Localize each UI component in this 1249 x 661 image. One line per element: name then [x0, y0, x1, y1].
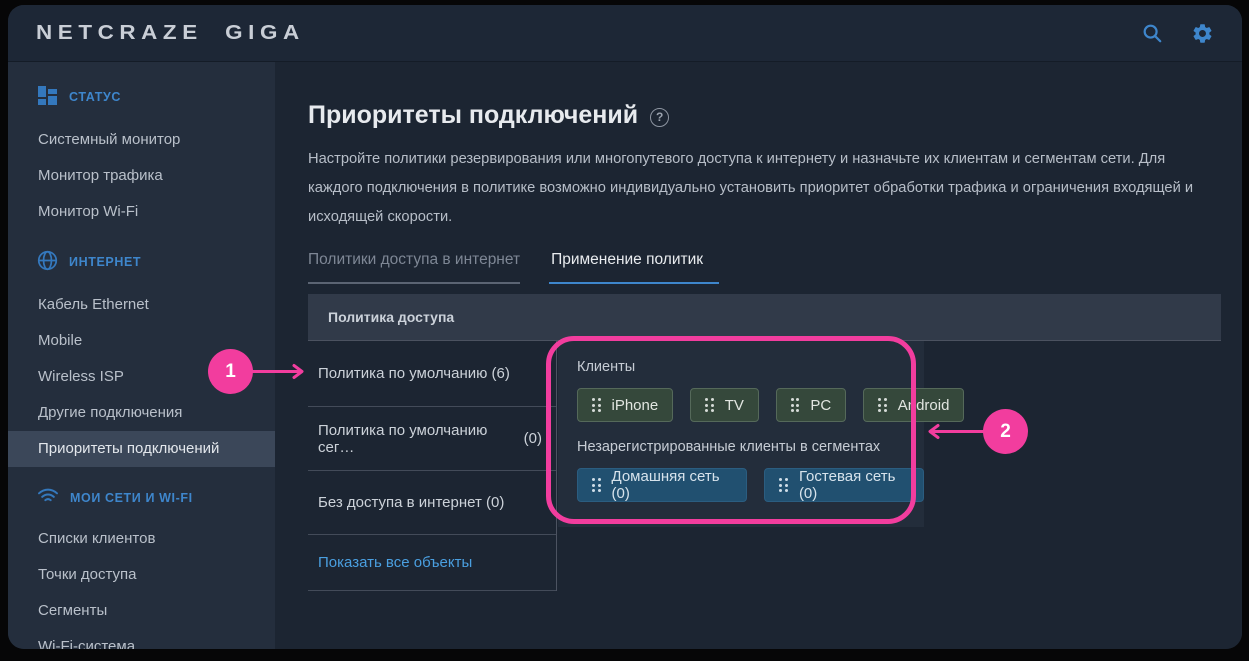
main-content: Приоритеты подключений ? Настройте полит…	[275, 62, 1242, 649]
sidebar-section-status-header[interactable]: СТАТУС	[8, 72, 275, 122]
policy-column: Политика по умолчанию (6) Политика по ум…	[308, 341, 557, 591]
drag-handle-icon[interactable]	[878, 398, 887, 412]
search-icon[interactable]	[1140, 21, 1164, 45]
sidebar-item-connection-priorities[interactable]: Приоритеты подключений	[8, 431, 275, 467]
sidebar-item-wifi-system[interactable]: Wi-Fi-система	[8, 629, 275, 649]
globe-icon	[37, 250, 58, 274]
client-chip-pc[interactable]: PC	[776, 388, 846, 422]
drag-handle-icon[interactable]	[791, 398, 800, 412]
top-bar: NETCRAZE GIGA	[8, 5, 1242, 62]
sidebar-item-wireless-isp[interactable]: Wireless ISP	[8, 359, 275, 395]
segment-chip-label: Гостевая сеть (0)	[799, 468, 909, 502]
policy-row-count: (0)	[524, 430, 542, 447]
sidebar-item-traffic-monitor[interactable]: Монитор трафика	[8, 158, 275, 194]
policy-row-default[interactable]: Политика по умолчанию (6)	[308, 341, 556, 407]
dashboard-icon	[37, 85, 58, 109]
app-window: NETCRAZE GIGA	[8, 5, 1242, 649]
sidebar-section-internet-header[interactable]: ИНТЕРНЕТ	[8, 237, 275, 287]
sidebar-section-status: СТАТУС Системный монитор Монитор трафика…	[8, 72, 275, 230]
segment-chip-label: Домашняя сеть (0)	[612, 468, 733, 502]
client-chip-label: PC	[810, 397, 831, 414]
sidebar-section-label: СТАТУС	[69, 90, 121, 104]
client-chip-label: TV	[725, 397, 744, 414]
sidebar-item-system-monitor[interactable]: Системный монитор	[8, 122, 275, 158]
sidebar-item-client-lists[interactable]: Списки клиентов	[8, 521, 275, 557]
sidebar: СТАТУС Системный монитор Монитор трафика…	[8, 62, 275, 649]
policy-table: Политика доступа Политика по умолчанию (…	[308, 294, 1221, 591]
sidebar-section-internet: ИНТЕРНЕТ Кабель Ethernet Mobile Wireless…	[8, 237, 275, 467]
help-icon[interactable]: ?	[650, 108, 669, 127]
sidebar-item-wifi-monitor[interactable]: Монитор Wi-Fi	[8, 194, 275, 230]
policy-row-label: Без доступа в интернет (0)	[318, 494, 504, 511]
client-chip-android[interactable]: Android	[863, 388, 964, 422]
sidebar-section-label: ИНТЕРНЕТ	[69, 255, 141, 269]
sidebar-item-segments[interactable]: Сегменты	[8, 593, 275, 629]
client-chip-tv[interactable]: TV	[690, 388, 759, 422]
clients-label: Клиенты	[577, 359, 924, 375]
policy-detail-cell: Клиенты iPhone TV PC	[558, 341, 924, 527]
client-chip-label: iPhone	[612, 397, 659, 414]
sidebar-section-label: МОИ СЕТИ И WI-FI	[70, 491, 193, 505]
drag-handle-icon[interactable]	[779, 478, 788, 492]
policy-row-label: Политика по умолчанию сег…	[318, 422, 524, 456]
sidebar-item-mobile[interactable]: Mobile	[8, 323, 275, 359]
sidebar-item-ethernet[interactable]: Кабель Ethernet	[8, 287, 275, 323]
brand-logo-secondary: GIGA	[225, 22, 305, 45]
tab-access-policies[interactable]: Политики доступа в интернет	[308, 251, 520, 284]
drag-handle-icon[interactable]	[592, 478, 601, 492]
page-description: Настройте политики резервирования или мн…	[308, 145, 1206, 232]
client-chip-label: Android	[898, 397, 950, 414]
segment-chip-guest[interactable]: Гостевая сеть (0)	[764, 468, 924, 502]
page-title: Приоритеты подключений	[308, 101, 638, 130]
drag-handle-icon[interactable]	[705, 398, 714, 412]
brand-logo: NETCRAZE GIGA	[36, 22, 305, 45]
show-all-objects-label: Показать все объекты	[318, 554, 472, 571]
tab-policy-application[interactable]: Применение политик	[549, 251, 719, 284]
table-column-header: Политика доступа	[308, 294, 1221, 341]
policy-row-label: Политика по умолчанию (6)	[318, 365, 510, 382]
wifi-icon	[37, 487, 59, 508]
client-chip-iphone[interactable]: iPhone	[577, 388, 673, 422]
policy-row-no-access[interactable]: Без доступа в интернет (0)	[308, 471, 556, 535]
brand-logo-primary: NETCRAZE	[36, 22, 203, 45]
sidebar-section-networks: МОИ СЕТИ И WI-FI Списки клиентов Точки д…	[8, 474, 275, 649]
sidebar-item-other-connections[interactable]: Другие подключения	[8, 395, 275, 431]
gear-icon[interactable]	[1190, 21, 1214, 45]
tab-bar: Политики доступа в интернет Применение п…	[308, 251, 1206, 284]
segment-chip-home[interactable]: Домашняя сеть (0)	[577, 468, 747, 502]
policy-row-default-seg[interactable]: Политика по умолчанию сег… (0)	[308, 407, 556, 471]
show-all-objects-link[interactable]: Показать все объекты	[308, 535, 556, 591]
sidebar-section-networks-header[interactable]: МОИ СЕТИ И WI-FI	[8, 474, 275, 521]
unregistered-clients-label: Незарегистрированные клиенты в сегментах	[577, 439, 924, 455]
drag-handle-icon[interactable]	[592, 398, 601, 412]
sidebar-item-access-points[interactable]: Точки доступа	[8, 557, 275, 593]
